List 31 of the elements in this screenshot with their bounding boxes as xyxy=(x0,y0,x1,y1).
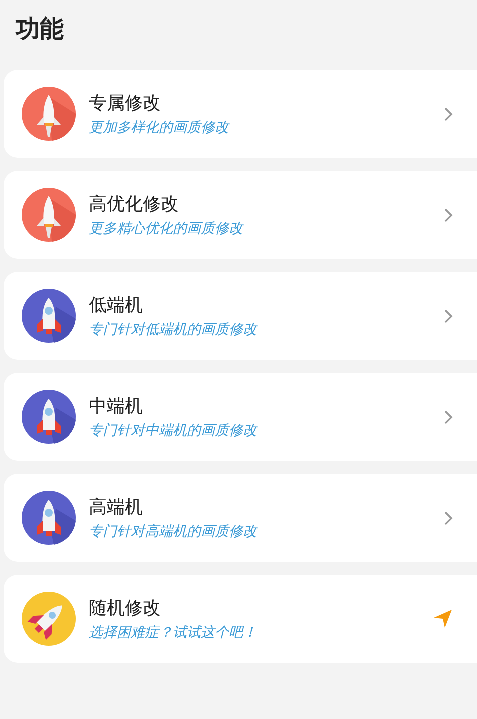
rocket-icon xyxy=(22,289,76,343)
menu-card[interactable]: 中端机 专门针对中端机的画质修改 xyxy=(4,373,477,461)
item-subtitle: 专门针对高端机的画质修改 xyxy=(89,522,259,541)
menu-card[interactable]: 专属修改 更加多样化的画质修改 xyxy=(4,70,477,158)
chevron-right-icon xyxy=(444,510,453,526)
rocket-icon xyxy=(22,390,76,444)
item-title: 低端机 xyxy=(89,294,144,317)
menu-card[interactable]: 高端机 专门针对高端机的画质修改 xyxy=(4,474,477,562)
item-title: 专属修改 xyxy=(89,92,162,115)
navigation-arrow-icon xyxy=(433,609,453,629)
chevron-right-icon xyxy=(444,106,453,122)
item-subtitle: 更多精心优化的画质修改 xyxy=(89,219,245,238)
menu-card[interactable]: 随机修改 选择困难症？试试这个吧！ xyxy=(4,575,477,663)
rocket-icon xyxy=(22,188,76,242)
chevron-right-icon xyxy=(444,208,453,222)
rocket-icon xyxy=(22,491,76,545)
rocket-icon xyxy=(22,592,76,646)
chevron-right-icon xyxy=(444,410,453,424)
item-subtitle: 专门针对低端机的画质修改 xyxy=(89,320,259,339)
item-title: 高优化修改 xyxy=(89,193,180,216)
item-title: 高端机 xyxy=(89,496,144,519)
item-title: 中端机 xyxy=(89,395,144,418)
item-title: 随机修改 xyxy=(89,597,162,620)
menu-card[interactable]: 低端机 专门针对低端机的画质修改 xyxy=(4,272,477,360)
item-subtitle: 选择困难症？试试这个吧！ xyxy=(89,623,258,642)
menu-card[interactable]: 高优化修改 更多精心优化的画质修改 xyxy=(4,171,477,259)
item-subtitle: 专门针对中端机的画质修改 xyxy=(89,421,259,440)
item-subtitle: 更加多样化的画质修改 xyxy=(89,118,231,137)
chevron-right-icon xyxy=(444,308,453,324)
rocket-icon xyxy=(22,87,76,141)
page-title: 功能 xyxy=(16,15,65,45)
